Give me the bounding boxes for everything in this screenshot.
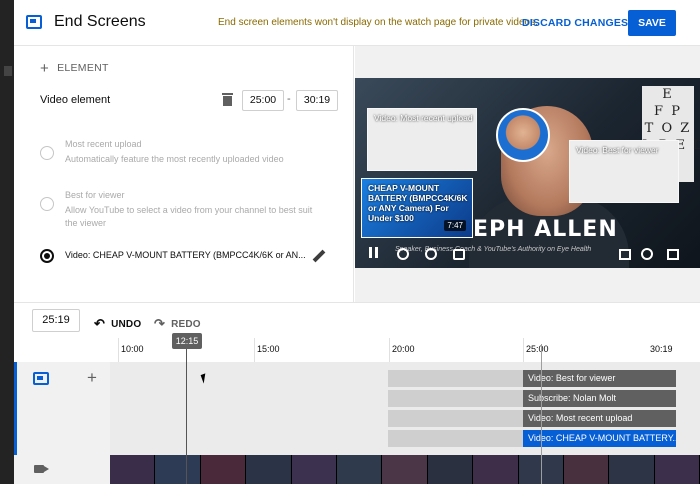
fullscreen-icon[interactable] xyxy=(667,249,679,260)
settings-gear-icon[interactable] xyxy=(641,248,653,260)
video-preview-panel: E F P T O Z L P E D EPH ALLEN Speaker, B… xyxy=(355,46,700,302)
add-element-label: ELEMENT xyxy=(57,62,109,74)
start-time-input[interactable]: 25:00 xyxy=(242,90,284,111)
filmstrip-frames xyxy=(110,455,700,484)
radio-button[interactable] xyxy=(40,197,54,211)
background-app-strip xyxy=(0,0,14,484)
name-overlay: EPH ALLEN xyxy=(473,217,618,242)
dialog-header: End Screens End screen elements won't di… xyxy=(14,0,700,46)
video-duration: 7:47 xyxy=(444,220,466,231)
option-title: Most recent upload xyxy=(65,139,142,149)
timeline-segment[interactable]: Video: Best for viewer xyxy=(523,370,676,387)
volume-icon[interactable] xyxy=(453,249,465,260)
track-header: + xyxy=(14,362,110,455)
element-editor-panel: + ELEMENT Video element 25:00 - 30:19 Mos… xyxy=(14,46,354,302)
forward-icon[interactable] xyxy=(425,248,437,260)
lane-background xyxy=(388,390,528,407)
timeline-ruler[interactable]: 10:00 15:00 20:00 25:00 30:19 xyxy=(14,338,700,362)
background-icon xyxy=(4,66,12,76)
end-element-specific-video[interactable]: CHEAP V-MOUNT BATTERY (BMPCC4K/6K or ANY… xyxy=(361,178,473,238)
redo-icon: ↷ xyxy=(154,316,166,331)
discard-changes-button[interactable]: DISCARD CHANGES xyxy=(522,17,628,29)
end-screen-icon xyxy=(26,15,42,29)
tick-line xyxy=(254,338,255,362)
element-label: Video: Most recent upload xyxy=(374,113,473,123)
timeline-segment-selected[interactable]: Video: CHEAP V-MOUNT BATTERY... xyxy=(523,430,676,447)
end-time-input[interactable]: 30:19 xyxy=(296,90,338,111)
option-title: Video: CHEAP V-MOUNT BATTERY (BMPCC4K/6K… xyxy=(65,250,306,260)
redo-label: REDO xyxy=(171,319,201,330)
end-screen-track: + Video: Best for viewer Subscribe: Nola… xyxy=(14,362,700,455)
radio-button-selected[interactable] xyxy=(40,249,54,263)
video-player[interactable]: E F P T O Z L P E D EPH ALLEN Speaker, B… xyxy=(355,78,700,268)
tick-line xyxy=(523,338,524,362)
current-time-input[interactable]: 25:19 xyxy=(32,309,80,332)
end-marker-line xyxy=(541,344,542,484)
dialog-title: End Screens xyxy=(54,13,146,30)
redo-button[interactable]: ↷ REDO xyxy=(154,316,201,332)
video-camera-icon xyxy=(34,465,49,473)
option-title: Best for viewer xyxy=(65,190,125,200)
tick-label: 25:00 xyxy=(526,344,549,354)
undo-button[interactable]: ↶ UNDO xyxy=(94,316,141,332)
end-screens-dialog: End Screens End screen elements won't di… xyxy=(14,0,700,484)
tick-line xyxy=(118,338,119,362)
tick-label: 15:00 xyxy=(257,344,280,354)
lane-background xyxy=(388,410,528,427)
delete-icon[interactable] xyxy=(222,93,233,106)
tick-label: 30:19 xyxy=(650,344,673,354)
subscribe-avatar[interactable] xyxy=(496,108,550,162)
playhead-time[interactable]: 12:15 xyxy=(172,333,202,349)
tick-label: 20:00 xyxy=(392,344,415,354)
add-track-element-icon[interactable]: + xyxy=(87,368,97,388)
option-description: Allow YouTube to select a video from you… xyxy=(65,205,313,228)
timeline-segment[interactable]: Subscribe: Nolan Molt xyxy=(523,390,676,407)
edit-pencil-icon[interactable] xyxy=(312,250,326,264)
timeline-segment[interactable]: Video: Most recent upload xyxy=(523,410,676,427)
end-element-most-recent[interactable]: Video: Most recent upload xyxy=(367,108,477,171)
add-element-button[interactable]: + ELEMENT xyxy=(40,60,109,77)
lane-background xyxy=(388,430,528,447)
plus-icon: + xyxy=(40,60,50,77)
end-screen-track-icon xyxy=(33,372,49,385)
end-element-best-for-viewer[interactable]: Video: Best for viewer xyxy=(569,140,679,203)
timeline-toolbar: 25:19 ↶ UNDO ↷ REDO xyxy=(14,302,700,338)
undo-label: UNDO xyxy=(111,319,142,330)
grid-icon[interactable] xyxy=(619,249,631,260)
selected-element-label: Video element xyxy=(40,94,111,106)
rewind-icon[interactable] xyxy=(397,248,409,260)
lane-background xyxy=(388,370,528,387)
radio-button[interactable] xyxy=(40,146,54,160)
undo-icon: ↶ xyxy=(94,316,106,331)
time-separator: - xyxy=(287,93,291,105)
option-description: Automatically feature the most recently … xyxy=(65,154,284,164)
tick-line xyxy=(389,338,390,362)
save-button[interactable]: SAVE xyxy=(628,10,676,36)
private-video-notice: End screen elements won't display on the… xyxy=(218,17,538,28)
pause-icon[interactable] xyxy=(369,246,379,260)
element-label: CHEAP V-MOUNT BATTERY (BMPCC4K/6K or ANY… xyxy=(368,183,468,223)
track-lanes: Video: Best for viewer Subscribe: Nolan … xyxy=(110,362,700,455)
element-label: Video: Best for viewer xyxy=(576,145,659,155)
tick-label: 10:00 xyxy=(121,344,144,354)
playhead-line[interactable] xyxy=(186,349,187,484)
video-filmstrip[interactable] xyxy=(14,455,700,484)
filmstrip-header xyxy=(14,455,110,484)
